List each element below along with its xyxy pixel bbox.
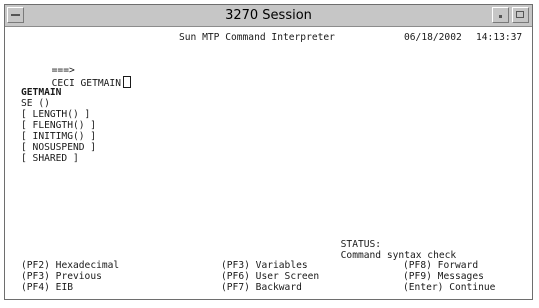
- function-key[interactable]: (PF9) Messages: [403, 271, 484, 282]
- window-title: 3270 Session: [225, 8, 312, 23]
- command-heading: GETMAIN: [21, 87, 62, 98]
- function-key-code: (PF3): [21, 271, 50, 282]
- function-key[interactable]: (Enter) Continue: [403, 282, 495, 293]
- function-key-code: (PF2): [21, 260, 50, 271]
- function-key[interactable]: (PF7) Backward: [221, 282, 302, 293]
- date-display: 06/18/2002: [404, 32, 462, 43]
- function-key-code: (PF7): [221, 282, 250, 293]
- function-key-code: (PF4): [21, 282, 50, 293]
- title-bar: 3270 Session: [5, 5, 532, 27]
- function-key[interactable]: (PF2) Hexadecimal: [21, 260, 119, 271]
- text-cursor: [122, 76, 131, 88]
- function-key-code: (PF8): [403, 260, 432, 271]
- function-key-label: EIB: [55, 282, 73, 293]
- function-key-code: (PF3): [221, 260, 250, 271]
- terminal-screen[interactable]: Sun MTP Command Interpreter 06/18/2002 1…: [9, 31, 528, 293]
- option-line[interactable]: [ NOSUSPEND ]: [21, 142, 96, 153]
- minimize-icon: [499, 15, 502, 18]
- function-key-label: Variables: [255, 260, 308, 271]
- option-line[interactable]: [ FLENGTH() ]: [21, 120, 96, 131]
- function-key-label: Previous: [55, 271, 102, 282]
- command-prompt: ===>: [51, 65, 75, 76]
- option-line[interactable]: [ INITIMG() ]: [21, 131, 96, 142]
- function-key-code: (PF9): [403, 271, 432, 282]
- function-key-code: (Enter): [403, 282, 444, 293]
- app-title: Sun MTP Command Interpreter: [179, 32, 335, 43]
- function-key[interactable]: (PF4) EIB: [21, 282, 73, 293]
- terminal-window: 3270 Session Sun MTP Command Interpreter…: [4, 4, 533, 300]
- function-key-label: Forward: [437, 260, 479, 271]
- option-line[interactable]: [ SHARED ]: [21, 153, 79, 164]
- function-key[interactable]: (PF3) Variables: [221, 260, 308, 271]
- function-key-code: (PF6): [221, 271, 250, 282]
- function-key[interactable]: (PF8) Forward: [403, 260, 478, 271]
- function-key-label: User Screen: [255, 271, 320, 282]
- status-label: STATUS:: [340, 239, 382, 250]
- function-key-label: Backward: [255, 282, 302, 293]
- function-key[interactable]: (PF3) Previous: [21, 271, 102, 282]
- minimize-button[interactable]: [492, 7, 509, 23]
- function-key-label: Hexadecimal: [55, 260, 120, 271]
- function-key[interactable]: (PF6) User Screen: [221, 271, 319, 282]
- maximize-icon: [516, 11, 524, 18]
- function-key-label: Messages: [437, 271, 484, 282]
- time-display: 14:13:37: [476, 32, 523, 43]
- maximize-button[interactable]: [512, 7, 529, 23]
- option-line[interactable]: SE (): [21, 98, 50, 109]
- command-input[interactable]: CECI GETMAIN: [52, 78, 121, 89]
- function-key-label: Continue: [449, 282, 496, 293]
- option-line[interactable]: [ LENGTH() ]: [21, 109, 90, 120]
